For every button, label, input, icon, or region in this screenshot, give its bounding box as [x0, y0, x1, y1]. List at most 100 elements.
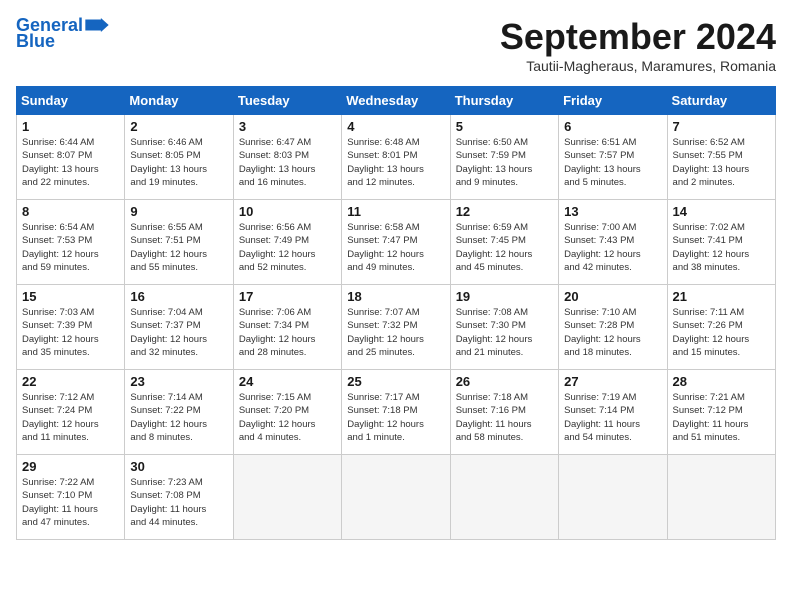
day-number: 19 [456, 289, 553, 304]
day-cell: 27 Sunrise: 7:19 AM Sunset: 7:14 PM Dayli… [559, 370, 667, 455]
week-row-4: 22 Sunrise: 7:12 AM Sunset: 7:24 PM Dayli… [17, 370, 776, 455]
day-cell: 28Sunrise: 7:21 AM Sunset: 7:12 PM Dayli… [667, 370, 775, 455]
day-info: Sunrise: 6:56 AM Sunset: 7:49 PM Dayligh… [239, 221, 336, 274]
day-info: Sunrise: 6:51 AM Sunset: 7:57 PM Dayligh… [564, 136, 661, 189]
calendar-table: SundayMondayTuesdayWednesdayThursdayFrid… [16, 86, 776, 540]
day-info: Sunrise: 7:14 AM Sunset: 7:22 PM Dayligh… [130, 391, 227, 444]
day-info: Sunrise: 7:07 AM Sunset: 7:32 PM Dayligh… [347, 306, 444, 359]
day-info: Sunrise: 7:02 AM Sunset: 7:41 PM Dayligh… [673, 221, 770, 274]
day-cell: 24Sunrise: 7:15 AM Sunset: 7:20 PM Dayli… [233, 370, 341, 455]
day-number: 21 [673, 289, 770, 304]
day-number: 24 [239, 374, 336, 389]
week-row-1: 1 Sunrise: 6:44 AM Sunset: 8:07 PM Daylig… [17, 115, 776, 200]
day-info: Sunrise: 7:23 AM Sunset: 7:08 PM Dayligh… [130, 476, 227, 529]
day-cell [342, 455, 450, 540]
day-info: Sunrise: 7:04 AM Sunset: 7:37 PM Dayligh… [130, 306, 227, 359]
day-info: Sunrise: 7:00 AM Sunset: 7:43 PM Dayligh… [564, 221, 661, 274]
day-cell: 12Sunrise: 6:59 AM Sunset: 7:45 PM Dayli… [450, 200, 558, 285]
day-number: 12 [456, 204, 553, 219]
day-cell: 26 Sunrise: 7:18 AM Sunset: 7:16 PM Dayli… [450, 370, 558, 455]
day-cell: 11 Sunrise: 6:58 AM Sunset: 7:47 PM Dayli… [342, 200, 450, 285]
day-number: 27 [564, 374, 661, 389]
weekday-header-thursday: Thursday [450, 87, 558, 115]
weekday-header-tuesday: Tuesday [233, 87, 341, 115]
day-cell: 4 Sunrise: 6:48 AM Sunset: 8:01 PM Daylig… [342, 115, 450, 200]
day-info: Sunrise: 6:44 AM Sunset: 8:07 PM Dayligh… [22, 136, 119, 189]
location: Tautii-Magheraus, Maramures, Romania [500, 58, 776, 74]
day-cell: 1 Sunrise: 6:44 AM Sunset: 8:07 PM Daylig… [17, 115, 125, 200]
week-row-3: 15 Sunrise: 7:03 AM Sunset: 7:39 PM Dayli… [17, 285, 776, 370]
day-number: 3 [239, 119, 336, 134]
day-info: Sunrise: 6:54 AM Sunset: 7:53 PM Dayligh… [22, 221, 119, 274]
month-title: September 2024 [500, 16, 776, 58]
day-number: 16 [130, 289, 227, 304]
day-info: Sunrise: 7:08 AM Sunset: 7:30 PM Dayligh… [456, 306, 553, 359]
day-cell: 25 Sunrise: 7:17 AM Sunset: 7:18 PM Dayli… [342, 370, 450, 455]
day-number: 7 [673, 119, 770, 134]
day-number: 25 [347, 374, 444, 389]
day-number: 29 [22, 459, 119, 474]
day-cell: 22 Sunrise: 7:12 AM Sunset: 7:24 PM Dayli… [17, 370, 125, 455]
day-number: 4 [347, 119, 444, 134]
day-cell: 19 Sunrise: 7:08 AM Sunset: 7:30 PM Dayli… [450, 285, 558, 370]
day-number: 15 [22, 289, 119, 304]
day-cell [233, 455, 341, 540]
day-cell: 15 Sunrise: 7:03 AM Sunset: 7:39 PM Dayli… [17, 285, 125, 370]
day-number: 22 [22, 374, 119, 389]
day-number: 6 [564, 119, 661, 134]
day-info: Sunrise: 7:10 AM Sunset: 7:28 PM Dayligh… [564, 306, 661, 359]
logo-blue: Blue [16, 32, 55, 50]
day-info: Sunrise: 7:03 AM Sunset: 7:39 PM Dayligh… [22, 306, 119, 359]
day-number: 11 [347, 204, 444, 219]
day-cell: 16 Sunrise: 7:04 AM Sunset: 7:37 PM Dayli… [125, 285, 233, 370]
day-info: Sunrise: 6:46 AM Sunset: 8:05 PM Dayligh… [130, 136, 227, 189]
day-cell: 18Sunrise: 7:07 AM Sunset: 7:32 PM Dayli… [342, 285, 450, 370]
day-cell: 17Sunrise: 7:06 AM Sunset: 7:34 PM Dayli… [233, 285, 341, 370]
day-cell: 21Sunrise: 7:11 AM Sunset: 7:26 PM Dayli… [667, 285, 775, 370]
day-cell [450, 455, 558, 540]
day-info: Sunrise: 7:18 AM Sunset: 7:16 PM Dayligh… [456, 391, 553, 444]
day-info: Sunrise: 6:58 AM Sunset: 7:47 PM Dayligh… [347, 221, 444, 274]
week-row-5: 29 Sunrise: 7:22 AM Sunset: 7:10 PM Dayli… [17, 455, 776, 540]
day-cell [667, 455, 775, 540]
day-cell: 8 Sunrise: 6:54 AM Sunset: 7:53 PM Daylig… [17, 200, 125, 285]
weekday-header-friday: Friday [559, 87, 667, 115]
day-cell: 9 Sunrise: 6:55 AM Sunset: 7:51 PM Daylig… [125, 200, 233, 285]
day-cell: 20 Sunrise: 7:10 AM Sunset: 7:28 PM Dayli… [559, 285, 667, 370]
weekday-header-monday: Monday [125, 87, 233, 115]
day-number: 5 [456, 119, 553, 134]
day-cell: 14 Sunrise: 7:02 AM Sunset: 7:41 PM Dayli… [667, 200, 775, 285]
day-number: 26 [456, 374, 553, 389]
day-info: Sunrise: 7:12 AM Sunset: 7:24 PM Dayligh… [22, 391, 119, 444]
day-cell: 6 Sunrise: 6:51 AM Sunset: 7:57 PM Daylig… [559, 115, 667, 200]
day-number: 23 [130, 374, 227, 389]
day-info: Sunrise: 7:17 AM Sunset: 7:18 PM Dayligh… [347, 391, 444, 444]
day-info: Sunrise: 7:21 AM Sunset: 7:12 PM Dayligh… [673, 391, 770, 444]
day-info: Sunrise: 6:52 AM Sunset: 7:55 PM Dayligh… [673, 136, 770, 189]
day-number: 9 [130, 204, 227, 219]
day-info: Sunrise: 7:22 AM Sunset: 7:10 PM Dayligh… [22, 476, 119, 529]
day-info: Sunrise: 6:48 AM Sunset: 8:01 PM Dayligh… [347, 136, 444, 189]
day-cell [559, 455, 667, 540]
day-cell: 2 Sunrise: 6:46 AM Sunset: 8:05 PM Daylig… [125, 115, 233, 200]
day-cell: 23 Sunrise: 7:14 AM Sunset: 7:22 PM Dayli… [125, 370, 233, 455]
weekday-header-sunday: Sunday [17, 87, 125, 115]
day-info: Sunrise: 7:19 AM Sunset: 7:14 PM Dayligh… [564, 391, 661, 444]
day-cell: 5Sunrise: 6:50 AM Sunset: 7:59 PM Daylig… [450, 115, 558, 200]
page-header: General Blue September 2024 Tautii-Maghe… [16, 16, 776, 74]
weekday-header-saturday: Saturday [667, 87, 775, 115]
day-cell: 10Sunrise: 6:56 AM Sunset: 7:49 PM Dayli… [233, 200, 341, 285]
day-number: 8 [22, 204, 119, 219]
day-info: Sunrise: 6:47 AM Sunset: 8:03 PM Dayligh… [239, 136, 336, 189]
day-number: 2 [130, 119, 227, 134]
title-block: September 2024 Tautii-Magheraus, Maramur… [500, 16, 776, 74]
day-number: 1 [22, 119, 119, 134]
day-number: 30 [130, 459, 227, 474]
day-number: 20 [564, 289, 661, 304]
day-cell: 29 Sunrise: 7:22 AM Sunset: 7:10 PM Dayli… [17, 455, 125, 540]
day-cell: 7 Sunrise: 6:52 AM Sunset: 7:55 PM Daylig… [667, 115, 775, 200]
day-info: Sunrise: 6:55 AM Sunset: 7:51 PM Dayligh… [130, 221, 227, 274]
day-number: 14 [673, 204, 770, 219]
day-cell: 3 Sunrise: 6:47 AM Sunset: 8:03 PM Daylig… [233, 115, 341, 200]
day-cell: 30 Sunrise: 7:23 AM Sunset: 7:08 PM Dayli… [125, 455, 233, 540]
